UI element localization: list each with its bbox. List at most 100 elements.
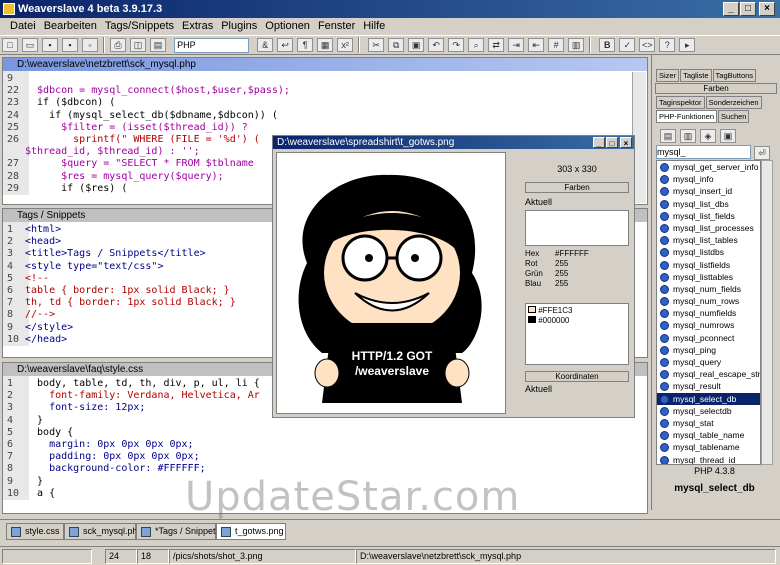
close-button[interactable]: ×: [759, 2, 775, 16]
function-list-item[interactable]: mysql_tablename: [657, 441, 760, 453]
function-list-item[interactable]: mysql_thread_id: [657, 454, 760, 464]
menu-plugins[interactable]: Plugins: [217, 18, 261, 35]
new-file-icon[interactable]: □: [2, 38, 18, 52]
code-line[interactable]: 7 padding: 0px 0px 0px 0px;: [3, 451, 647, 464]
menu-hilfe[interactable]: Hilfe: [359, 18, 389, 35]
language-select[interactable]: PHP: [174, 38, 250, 53]
function-list-item[interactable]: mysql_list_dbs: [657, 198, 760, 210]
minimize-button[interactable]: _: [723, 2, 739, 16]
function-list-item[interactable]: mysql_insert_id: [657, 185, 760, 197]
function-list-item[interactable]: mysql_real_escape_strin: [657, 368, 760, 380]
undo-icon[interactable]: ↶: [428, 38, 445, 52]
menu-datei[interactable]: Datei: [0, 18, 40, 35]
php-tool-icon[interactable]: ▥: [680, 129, 696, 143]
doc-tab-style-css[interactable]: style.css: [6, 523, 64, 540]
function-list-item[interactable]: mysql_info: [657, 173, 760, 185]
comment-icon[interactable]: #: [548, 38, 565, 52]
redo-icon[interactable]: ↷: [448, 38, 465, 52]
function-list-item[interactable]: mysql_pconnect: [657, 332, 760, 344]
code-line[interactable]: 24 if (mysql_select_db($dbname,$dbcon)) …: [3, 109, 647, 122]
save-all-icon[interactable]: ▪: [62, 38, 78, 52]
function-list-item[interactable]: mysql_select_db: [657, 392, 760, 405]
code-line[interactable]: 6 margin: 0px 0px 0px 0px;: [3, 439, 647, 452]
function-list-item[interactable]: mysql_listtables: [657, 271, 760, 283]
preview-icon[interactable]: ◫: [130, 38, 146, 52]
replace-icon[interactable]: ⇄: [488, 38, 505, 52]
menu-tags-snippets[interactable]: Tags/Snippets: [101, 18, 178, 35]
php-tool-icon[interactable]: ▤: [660, 129, 676, 143]
menu-fenster[interactable]: Fenster: [314, 18, 359, 35]
indent-icon[interactable]: ⇥: [508, 38, 525, 52]
doc-tab-sck-mysql[interactable]: sck_mysql.php: [64, 523, 143, 540]
image-minimize-button[interactable]: _: [593, 137, 605, 148]
php-tool-icon[interactable]: ◈: [700, 129, 716, 143]
doc-tab-tags-snippets[interactable]: *Tags / Snippets: [136, 523, 220, 540]
wrap-icon[interactable]: ↩: [277, 38, 294, 52]
tab-tagbuttons[interactable]: TagButtons: [712, 69, 757, 82]
php-function-list[interactable]: mysql_get_server_info mysql_info mysql_ins…: [656, 160, 761, 465]
menu-optionen[interactable]: Optionen: [261, 18, 314, 35]
save-icon[interactable]: ▪: [42, 38, 58, 52]
paragraph-icon[interactable]: ¶: [297, 38, 314, 52]
function-list-item[interactable]: mysql_table_name: [657, 429, 760, 441]
block-icon[interactable]: ▥: [568, 38, 585, 52]
tag-icon[interactable]: <>: [639, 38, 656, 52]
function-list-item[interactable]: mysql_list_tables: [657, 234, 760, 246]
arrow-icon[interactable]: ▸: [679, 38, 696, 52]
tab-sonderzeichen[interactable]: Sonderzeichen: [705, 96, 762, 109]
ampersand-icon[interactable]: &: [257, 38, 274, 52]
function-list-item[interactable]: mysql_stat: [657, 417, 760, 429]
code-line[interactable]: 5 body {: [3, 426, 647, 440]
php-tool-icon[interactable]: ▣: [720, 129, 736, 143]
function-list-item[interactable]: mysql_list_processes: [657, 222, 760, 234]
function-list-item[interactable]: mysql_get_server_info: [657, 161, 760, 173]
ftp-icon[interactable]: ▤: [150, 38, 166, 52]
maximize-button[interactable]: □: [740, 2, 756, 16]
close-file-icon[interactable]: ▫: [82, 38, 98, 52]
color-item-1[interactable]: #FFE1C3: [538, 306, 572, 315]
function-list-item[interactable]: mysql_list_fields: [657, 210, 760, 222]
code-line[interactable]: 22 $dbcon = mysql_connect($host,$user,$p…: [3, 85, 647, 98]
function-search-input[interactable]: [656, 145, 751, 159]
function-scrollbar[interactable]: [761, 160, 773, 465]
search-go-icon[interactable]: ⏎: [754, 146, 770, 160]
function-list-item[interactable]: mysql_numrows: [657, 319, 760, 331]
validate-icon[interactable]: ✓: [619, 38, 636, 52]
find-icon[interactable]: ⌕: [468, 38, 485, 52]
tab-tagliste[interactable]: Tagliste: [680, 69, 712, 82]
open-file-icon[interactable]: ▭: [22, 38, 38, 52]
code-line[interactable]: 23 if ($dbcon) (: [3, 97, 647, 110]
bold-icon[interactable]: B: [599, 38, 616, 52]
image-close-button[interactable]: ×: [620, 137, 632, 148]
copy-icon[interactable]: ⧉: [388, 38, 405, 52]
function-list-item[interactable]: mysql_result: [657, 380, 760, 392]
tab-php-funktionen[interactable]: PHP-Funktionen: [656, 110, 718, 123]
table-icon[interactable]: ▦: [317, 38, 334, 52]
function-list-item[interactable]: mysql_query: [657, 356, 760, 368]
outdent-icon[interactable]: ⇤: [528, 38, 545, 52]
function-list-item[interactable]: mysql_numfields: [657, 307, 760, 319]
function-list-item[interactable]: mysql_listdbs: [657, 246, 760, 258]
tab-suchen[interactable]: Suchen: [718, 110, 750, 123]
menu-bearbeiten[interactable]: Bearbeiten: [40, 18, 101, 35]
color-item-2[interactable]: #000000: [538, 316, 569, 325]
koordinaten-header[interactable]: Koordinaten: [525, 371, 629, 382]
function-list-item[interactable]: mysql_num_rows: [657, 295, 760, 307]
print-icon[interactable]: ⎙: [110, 38, 126, 52]
doc-tab-t-gotws[interactable]: t_gotws.png: [216, 523, 286, 540]
function-list-item[interactable]: mysql_listfields: [657, 259, 760, 271]
image-viewer-window[interactable]: D:\weaverslave\spreadshirt\t_gotws.png _…: [272, 135, 635, 418]
farben-header[interactable]: Farben: [525, 182, 629, 193]
tab-taginspektor[interactable]: Taginspektor: [656, 96, 705, 109]
cut-icon[interactable]: ✂: [368, 38, 385, 52]
image-maximize-button[interactable]: □: [606, 137, 618, 148]
paste-icon[interactable]: ▣: [408, 38, 425, 52]
special-char-icon[interactable]: x²: [337, 38, 354, 52]
color-list[interactable]: #FFE1C3 #000000: [525, 303, 629, 365]
function-list-item[interactable]: mysql_num_fields: [657, 283, 760, 295]
function-list-item[interactable]: mysql_selectdb: [657, 405, 760, 417]
tab-farben[interactable]: Farben: [655, 83, 777, 94]
code-line[interactable]: 9: [3, 73, 647, 86]
function-list-item[interactable]: mysql_ping: [657, 344, 760, 356]
tab-sizer[interactable]: Sizer: [656, 69, 680, 82]
